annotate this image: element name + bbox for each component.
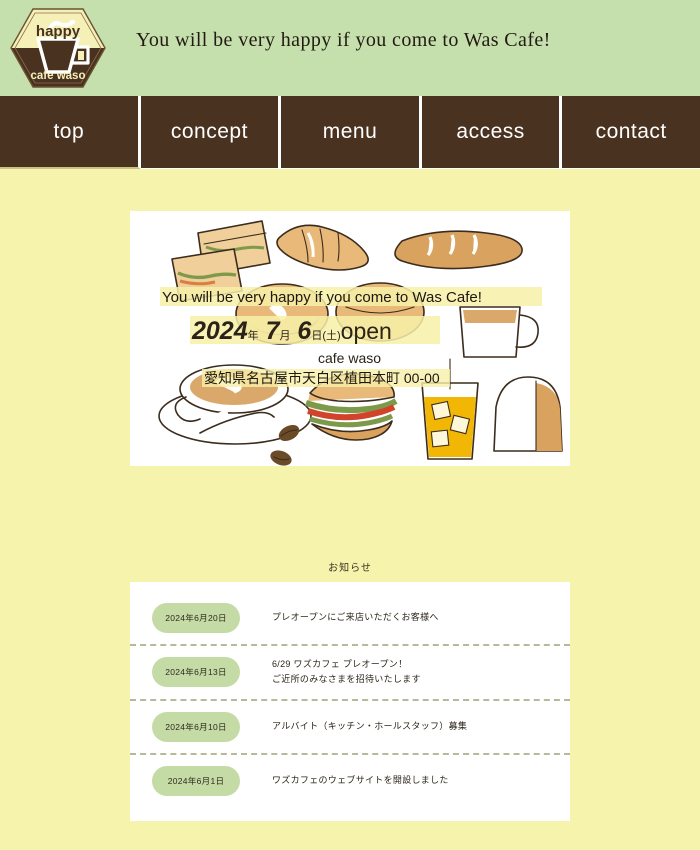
- news-line: ご近所のみなさまを招待いたします: [272, 674, 421, 685]
- hero-shop-name: cafe waso: [318, 350, 381, 366]
- nav-item-top[interactable]: top: [0, 96, 141, 169]
- nav-item-menu[interactable]: menu: [281, 96, 422, 169]
- hero-open-date: 2024年 7月 6日(土)open: [191, 317, 392, 345]
- news-panel: 2024年6月20日 プレオープンにご来店いただくお客様へ 2024年6月13日…: [130, 582, 570, 821]
- news-line: アルバイト（キッチン・ホールスタッフ）募集: [272, 720, 468, 731]
- nav-item-access[interactable]: access: [421, 96, 563, 169]
- news-item[interactable]: 2024年6月1日 ワズカフェのウェブサイトを開設しました: [130, 755, 570, 807]
- logo-top-text: happy: [36, 23, 81, 40]
- site-logo[interactable]: happy cafe waso: [8, 6, 108, 90]
- news-item[interactable]: 2024年6月13日 6/29 ワズカフェ プレオープン！ ご近所のみなさまを招…: [130, 646, 570, 701]
- news-body: 6/29 ワズカフェ プレオープン！ ご近所のみなさまを招待いたします: [240, 657, 570, 688]
- news-date-badge: 2024年6月20日: [152, 603, 240, 633]
- news-item[interactable]: 2024年6月10日 アルバイト（キッチン・ホールスタッフ）募集: [130, 701, 570, 755]
- news-body: ワズカフェのウェブサイトを開設しました: [240, 773, 570, 788]
- news-date-badge: 2024年6月10日: [152, 711, 240, 742]
- hero-image: .ink { fill:none; stroke:#3b2c1d; stroke…: [130, 211, 570, 466]
- hero-section: .ink { fill:none; stroke:#3b2c1d; stroke…: [0, 169, 700, 559]
- news-date-badge: 2024年6月1日: [152, 765, 240, 796]
- header-tagline: You will be very happy if you come to Wa…: [136, 29, 551, 51]
- loaf-bread-illustration: [493, 376, 563, 452]
- news-body: プレオープンにご来店いただくお客様へ: [240, 610, 570, 625]
- news-section-title: お知らせ: [328, 563, 372, 574]
- news-line: プレオープンにご来店いただくお客様へ: [272, 612, 439, 623]
- news-date-badge: 2024年6月13日: [152, 657, 240, 688]
- baguette-illustration: [394, 230, 523, 270]
- main-navigation: top concept menu access contact: [0, 96, 700, 169]
- logo-bottom-text: cafe waso: [31, 70, 86, 82]
- news-line: 6/29 ワズカフェ プレオープン！: [272, 659, 408, 669]
- hero-address: 愛知県名古屋市天白区植田本町 00-00: [204, 370, 440, 386]
- site-header: happy cafe waso You will be very happy i…: [0, 0, 700, 96]
- nav-item-concept[interactable]: concept: [140, 96, 282, 169]
- news-body: アルバイト（キッチン・ホールスタッフ）募集: [240, 719, 570, 734]
- nav-item-contact[interactable]: contact: [562, 96, 700, 169]
- news-line: ワズカフェのウェブサイトを開設しました: [272, 774, 449, 785]
- news-item[interactable]: 2024年6月20日 プレオープンにご来店いただくお客様へ: [130, 592, 570, 646]
- hero-headline: You will be very happy if you come to Wa…: [162, 289, 482, 306]
